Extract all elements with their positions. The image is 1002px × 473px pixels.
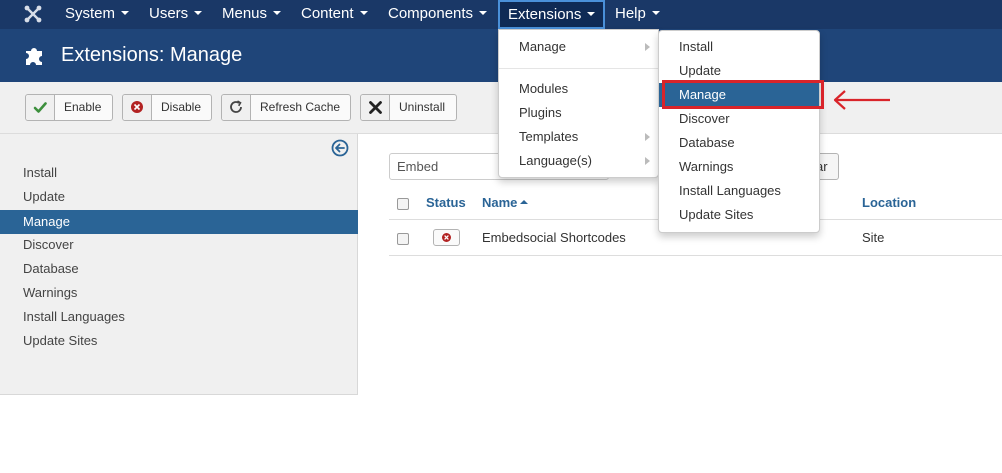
column-name[interactable]: Name	[482, 195, 529, 210]
menu-item-languages[interactable]: Language(s)	[499, 149, 658, 173]
caret-down-icon	[479, 11, 488, 16]
nav-menus-label: Menus	[222, 5, 268, 22]
joomla-logo-icon[interactable]	[22, 3, 44, 25]
row-checkbox[interactable]	[397, 233, 409, 245]
refresh-cache-label: Refresh Cache	[260, 100, 341, 114]
nav-help-label: Help	[615, 5, 646, 22]
uninstall-button[interactable]: Uninstall	[360, 94, 457, 121]
sidebar-item-discover[interactable]: Discover	[0, 233, 358, 257]
status-toggle-button[interactable]	[433, 229, 460, 246]
submenu-arrow-icon	[645, 133, 650, 141]
column-name-label: Name	[482, 195, 518, 210]
nav-system[interactable]: System	[65, 0, 130, 29]
enable-label: Enable	[64, 100, 102, 114]
highlight-box	[662, 80, 824, 109]
disable-circle-icon	[123, 95, 152, 120]
submenu-item-install[interactable]: Install	[659, 35, 819, 59]
menu-item-templates[interactable]: Templates	[499, 125, 658, 149]
disable-button[interactable]: Disable	[122, 94, 212, 121]
top-navbar: System Users Menus Content Components Ex…	[0, 0, 1002, 29]
disable-label: Disable	[161, 100, 202, 114]
caret-down-icon	[273, 11, 282, 16]
nav-users[interactable]: Users	[149, 0, 203, 29]
caret-down-icon	[651, 11, 660, 16]
annotation-arrow-icon	[833, 90, 890, 110]
submenu-arrow-icon	[645, 43, 650, 51]
enable-button[interactable]: Enable	[25, 94, 113, 121]
refresh-icon	[222, 95, 251, 120]
manage-submenu: Install Update Manage Discover Database …	[658, 30, 820, 233]
caret-down-icon	[121, 11, 130, 16]
sidebar-item-warnings[interactable]: Warnings	[0, 281, 358, 305]
sidebar-item-update[interactable]: Update	[0, 185, 358, 209]
nav-content-label: Content	[301, 5, 354, 22]
select-all-checkbox[interactable]	[397, 198, 409, 210]
puzzle-icon	[26, 48, 42, 65]
menu-item-languages-label: Language(s)	[519, 153, 592, 168]
nav-components[interactable]: Components	[388, 0, 488, 29]
caret-down-icon	[587, 12, 596, 17]
submenu-item-install-languages[interactable]: Install Languages	[659, 179, 819, 203]
menu-item-manage[interactable]: Manage	[499, 35, 658, 59]
submenu-arrow-icon	[645, 157, 650, 165]
submenu-item-discover[interactable]: Discover	[659, 107, 819, 131]
close-x-icon	[361, 95, 390, 120]
page-title: Extensions: Manage	[61, 44, 243, 66]
column-location[interactable]: Location	[862, 195, 916, 210]
sidebar: Install Update Manage Discover Database …	[0, 134, 358, 395]
caret-down-icon	[194, 11, 203, 16]
submenu-item-update-sites[interactable]: Update Sites	[659, 203, 819, 227]
nav-users-label: Users	[149, 5, 189, 22]
menu-divider	[499, 68, 658, 69]
disable-circle-icon	[442, 233, 451, 242]
submenu-item-warnings[interactable]: Warnings	[659, 155, 819, 179]
sort-up-icon	[520, 200, 529, 204]
nav-menus[interactable]: Menus	[222, 0, 282, 29]
nav-extensions[interactable]: Extensions	[498, 0, 606, 29]
menu-item-plugins[interactable]: Plugins	[499, 101, 658, 125]
sidebar-item-install-languages[interactable]: Install Languages	[0, 305, 358, 329]
nav-system-label: System	[65, 5, 116, 22]
row-name: Embedsocial Shortcodes	[482, 230, 626, 245]
sidebar-item-database[interactable]: Database	[0, 257, 358, 281]
refresh-cache-button[interactable]: Refresh Cache	[221, 94, 351, 121]
sidebar-item-manage[interactable]: Manage	[0, 210, 358, 234]
extensions-dropdown: Manage Modules Plugins Templates Languag…	[498, 29, 659, 178]
sidebar-item-update-sites[interactable]: Update Sites	[0, 329, 358, 353]
nav-help[interactable]: Help	[615, 0, 660, 29]
row-location: Site	[862, 230, 885, 245]
menu-item-manage-label: Manage	[519, 39, 566, 54]
check-icon	[26, 95, 55, 120]
menu-item-templates-label: Templates	[519, 129, 579, 144]
submenu-item-database[interactable]: Database	[659, 131, 819, 155]
nav-content[interactable]: Content	[301, 0, 368, 29]
column-status[interactable]: Status	[426, 195, 466, 210]
collapse-arrow-icon[interactable]	[331, 139, 349, 157]
caret-down-icon	[359, 11, 368, 16]
menu-item-modules[interactable]: Modules	[499, 77, 658, 101]
sidebar-item-install[interactable]: Install	[0, 161, 358, 185]
uninstall-label: Uninstall	[399, 100, 446, 114]
nav-extensions-label: Extensions	[508, 6, 582, 23]
nav-components-label: Components	[388, 5, 474, 22]
